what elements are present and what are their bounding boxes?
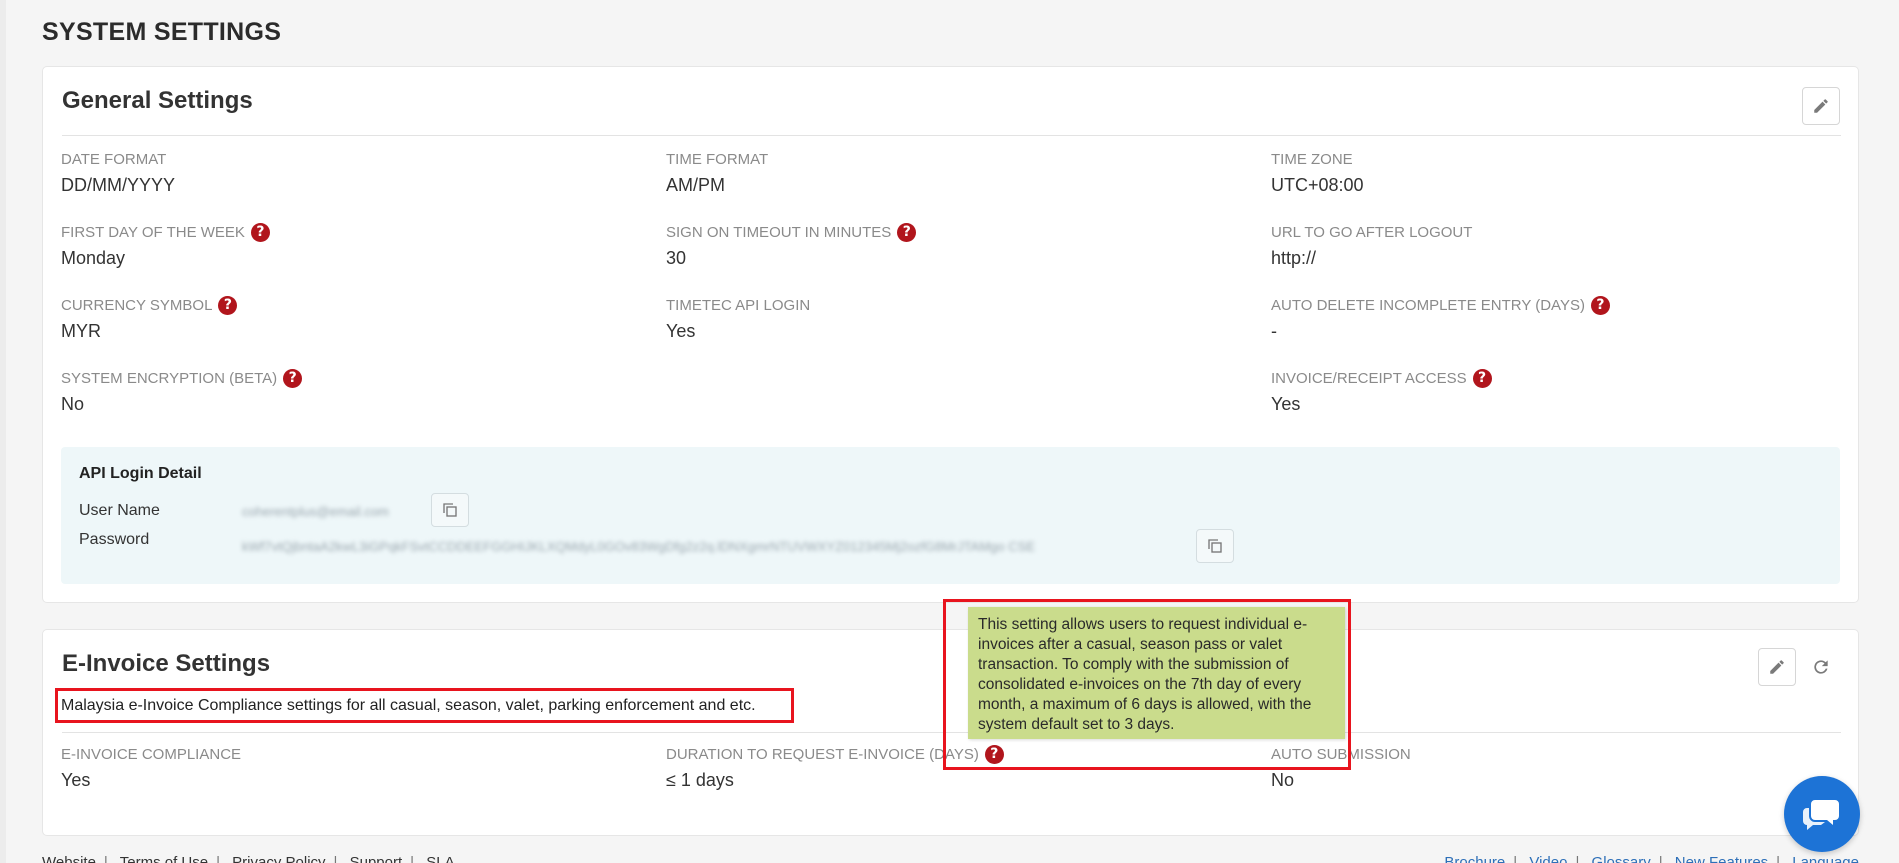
pencil-icon	[1814, 99, 1828, 113]
help-icon[interactable]: ?	[218, 295, 238, 315]
footer-link-support[interactable]: Support	[350, 854, 403, 863]
general-edit-button[interactable]	[1802, 87, 1840, 125]
field-label: SYSTEM ENCRYPTION (BETA)?	[61, 368, 303, 388]
field-einvoice-compliance: E-INVOICE COMPLIANCE Yes	[61, 744, 241, 791]
field-value: MYR	[61, 321, 101, 341]
help-icon[interactable]: ?	[1472, 368, 1492, 388]
field-value: Yes	[61, 770, 91, 790]
field-invoice-receipt-access: INVOICE/RECEIPT ACCESS? Yes	[1271, 368, 1492, 415]
footer-link-website[interactable]: Website	[42, 854, 96, 863]
copy-icon	[443, 503, 457, 517]
username-label: User Name	[79, 502, 160, 519]
copy-username-button[interactable]	[431, 493, 469, 527]
help-icon[interactable]: ?	[1590, 295, 1610, 315]
tooltip-highlight-box	[943, 599, 1351, 770]
help-icon[interactable]: ?	[897, 222, 917, 242]
field-system-encryption: SYSTEM ENCRYPTION (BETA)? No	[61, 368, 303, 415]
einvoice-edit-button[interactable]	[1758, 648, 1796, 686]
field-label: TIMETEC API LOGIN	[666, 296, 811, 314]
footer-link-new-features[interactable]: New Features	[1675, 854, 1768, 863]
chat-icon	[1803, 800, 1839, 830]
help-icon[interactable]: ?	[250, 222, 270, 242]
footer-link-sla[interactable]: SLA	[426, 854, 454, 863]
footer-link-terms[interactable]: Terms of Use	[120, 854, 208, 863]
password-value: kWf7vtQjbntaA2kwL3iGPqkFSvtCCDDEEFGGHIJK…	[242, 539, 1035, 554]
field-label: AUTO DELETE INCOMPLETE ENTRY (DAYS)?	[1271, 295, 1610, 315]
field-value: Yes	[666, 321, 696, 341]
field-label: URL TO GO AFTER LOGOUT	[1271, 223, 1473, 241]
field-currency-symbol: CURRENCY SYMBOL? MYR	[61, 295, 238, 342]
refresh-icon	[1814, 660, 1828, 674]
page-title: SYSTEM SETTINGS	[42, 18, 282, 46]
field-value: -	[1271, 321, 1277, 341]
field-value: http://	[1271, 248, 1317, 268]
footer-left-links: Website | Terms of Use | Privacy Policy | S…	[42, 854, 455, 863]
field-label: FIRST DAY OF THE WEEK?	[61, 222, 270, 242]
page-left-edge	[0, 0, 6, 863]
field-value: AM/PM	[666, 175, 726, 195]
footer-link-brochure[interactable]: Brochure	[1444, 854, 1505, 863]
chat-button[interactable]	[1784, 776, 1860, 852]
password-label: Password	[79, 531, 150, 548]
field-label: SIGN ON TIMEOUT IN MINUTES?	[666, 222, 917, 242]
api-login-detail-title: API Login Detail	[79, 465, 202, 482]
footer-link-language[interactable]: Language	[1792, 854, 1859, 863]
field-auto-delete-incomplete: AUTO DELETE INCOMPLETE ENTRY (DAYS)? -	[1271, 295, 1610, 342]
field-value: UTC+08:00	[1271, 175, 1364, 195]
api-login-detail-panel: API Login Detail User Name coherentplus@…	[61, 447, 1840, 584]
field-url-after-logout: URL TO GO AFTER LOGOUT http://	[1271, 222, 1472, 269]
field-value: No	[1271, 770, 1295, 790]
description-highlight-box	[55, 688, 794, 723]
field-timetec-api-login: TIMETEC API LOGIN Yes	[666, 295, 810, 342]
copy-password-button[interactable]	[1196, 529, 1234, 563]
general-settings-title: General Settings	[62, 87, 253, 114]
field-label: CURRENCY SYMBOL?	[61, 295, 238, 315]
help-icon[interactable]: ?	[283, 368, 303, 388]
footer-link-video[interactable]: Video	[1529, 854, 1567, 863]
field-first-day-of-week: FIRST DAY OF THE WEEK? Monday	[61, 222, 270, 269]
copy-icon	[1208, 539, 1222, 553]
general-divider	[62, 135, 1841, 136]
field-time-format: TIME FORMAT AM/PM	[666, 149, 768, 196]
field-sign-on-timeout: SIGN ON TIMEOUT IN MINUTES? 30	[666, 222, 917, 269]
field-label: INVOICE/RECEIPT ACCESS?	[1271, 368, 1492, 388]
footer-link-glossary[interactable]: Glossary	[1592, 854, 1651, 863]
field-value: Yes	[1271, 394, 1301, 414]
footer-right-links: Brochure | Video | Glossary | New Features |…	[1444, 854, 1859, 863]
field-date-format: DATE FORMAT DD/MM/YYYY	[61, 149, 175, 196]
field-label: TIME ZONE	[1271, 150, 1353, 168]
einvoice-refresh-button[interactable]	[1808, 654, 1834, 680]
field-label: E-INVOICE COMPLIANCE	[61, 745, 242, 763]
field-label: DATE FORMAT	[61, 150, 167, 168]
field-value: Monday	[61, 248, 126, 268]
field-value: No	[61, 394, 85, 414]
field-value: 30	[666, 248, 687, 268]
pencil-icon	[1770, 660, 1784, 674]
field-time-zone: TIME ZONE UTC+08:00	[1271, 149, 1364, 196]
field-label: TIME FORMAT	[666, 150, 769, 168]
field-value: ≤ 1 days	[666, 770, 734, 790]
einvoice-settings-title: E-Invoice Settings	[62, 650, 271, 677]
footer: Website | Terms of Use | Privacy Policy | S…	[0, 852, 1899, 863]
username-value: coherentplus@email.com	[242, 504, 389, 519]
footer-link-privacy[interactable]: Privacy Policy	[232, 854, 325, 863]
field-value: DD/MM/YYYY	[61, 175, 176, 195]
